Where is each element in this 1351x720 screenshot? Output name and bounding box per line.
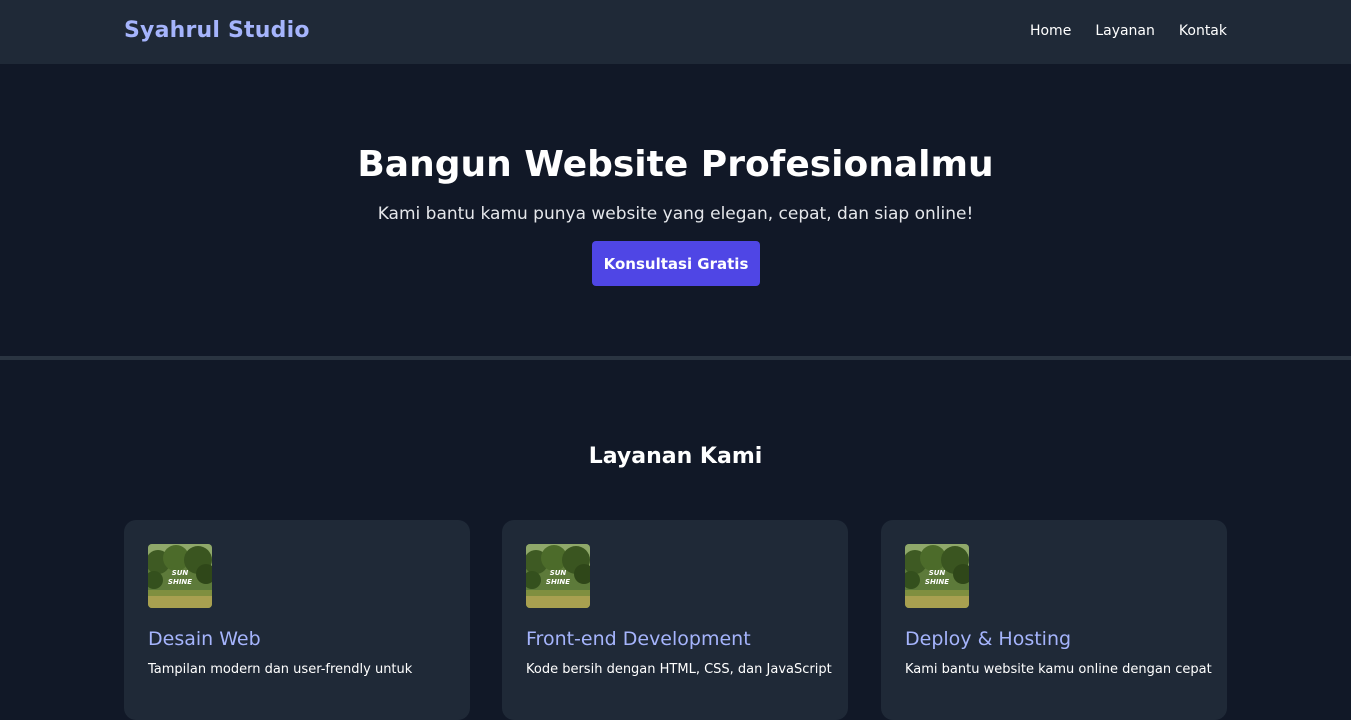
- service-card-title: Front-end Development: [526, 628, 751, 650]
- service-card-deploy-hosting: SUN SHINE Deploy & Hosting Kami bantu we…: [881, 520, 1227, 720]
- nav-links: Home Layanan Kontak: [1030, 23, 1227, 39]
- hero-title: Bangun Website Profesionalmu: [357, 144, 994, 185]
- svg-text:SUN: SUN: [929, 569, 946, 577]
- navbar: Syahrul Studio Home Layanan Kontak: [0, 0, 1351, 64]
- service-card-title: Desain Web: [148, 628, 261, 650]
- svg-text:SUN: SUN: [550, 569, 567, 577]
- nav-link-layanan[interactable]: Layanan: [1095, 23, 1155, 39]
- svg-text:SUN: SUN: [172, 569, 189, 577]
- brand-logo[interactable]: Syahrul Studio: [124, 18, 310, 43]
- service-card-title: Deploy & Hosting: [905, 628, 1072, 650]
- services-title: Layanan Kami: [588, 444, 763, 469]
- consultation-button[interactable]: Konsultasi Gratis: [592, 241, 760, 286]
- svg-text:SHINE: SHINE: [168, 578, 192, 586]
- svg-text:SHINE: SHINE: [925, 578, 949, 586]
- service-card-description: Kami bantu website kamu online dengan ce…: [905, 662, 1212, 677]
- service-thumbnail-image: SUN SHINE: [905, 544, 969, 608]
- nav-link-kontak[interactable]: Kontak: [1179, 23, 1227, 39]
- service-card-desain-web: SUN SHINE Desain Web Tampilan modern dan…: [124, 520, 470, 720]
- service-card-description: Kode bersih dengan HTML, CSS, dan JavaSc…: [526, 662, 832, 677]
- hero-subtitle: Kami bantu kamu punya website yang elega…: [377, 204, 974, 224]
- service-card-frontend: SUN SHINE Front-end Development Kode ber…: [502, 520, 848, 720]
- service-thumbnail-image: SUN SHINE: [526, 544, 590, 608]
- section-divider: [0, 356, 1351, 360]
- svg-text:SHINE: SHINE: [546, 578, 570, 586]
- service-card-description: Tampilan modern dan user-frendly untuk: [148, 662, 413, 677]
- hero-section: Bangun Website Profesionalmu Kami bantu …: [0, 64, 1351, 356]
- nav-link-home[interactable]: Home: [1030, 23, 1071, 39]
- service-thumbnail-image: SUN SHINE: [148, 544, 212, 608]
